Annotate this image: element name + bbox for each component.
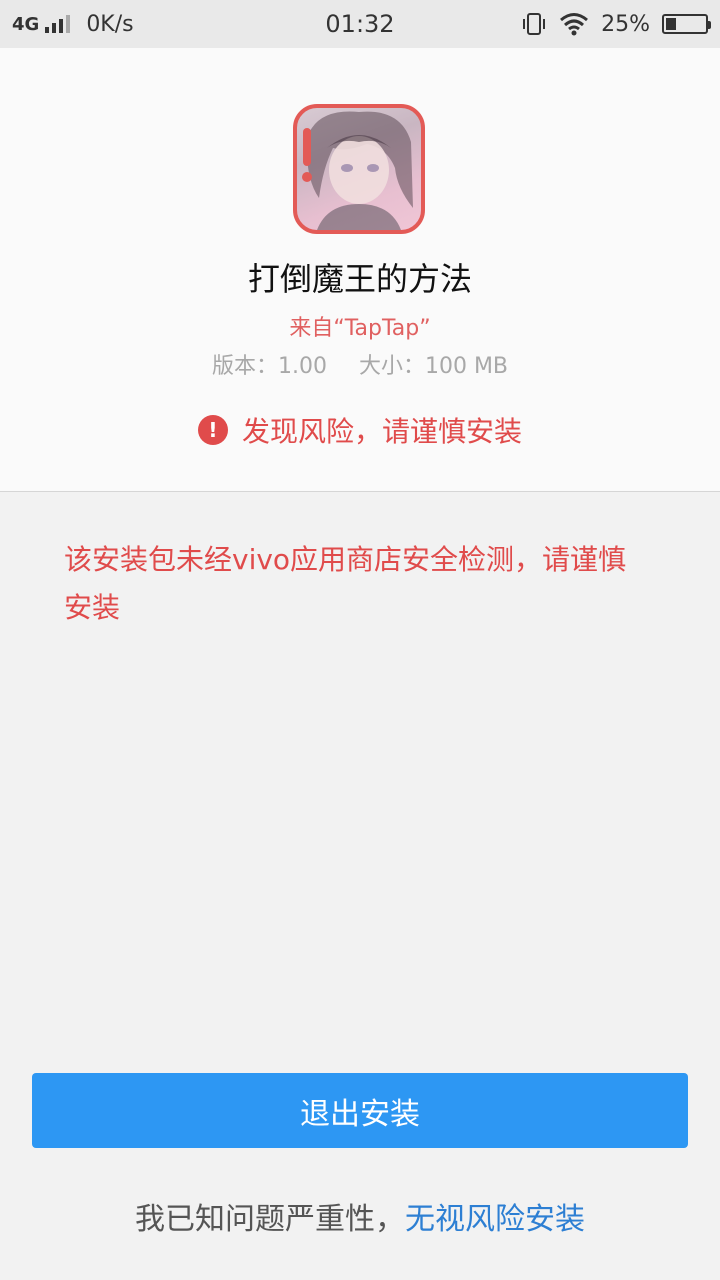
security-warning-text: 该安装包未经vivo应用商店安全检测，请谨慎安装 bbox=[64, 543, 627, 624]
app-size: 大小：100 MB bbox=[358, 354, 509, 379]
battery-icon bbox=[662, 14, 711, 34]
wifi-icon bbox=[560, 13, 589, 36]
app-meta: 版本：1.00 大小：100 MB bbox=[0, 348, 720, 380]
app-info-card: 打倒魔王的方法 来自“TapTap” 版本：1.00 大小：100 MB ! 发现… bbox=[0, 48, 720, 492]
app-icon bbox=[293, 104, 425, 234]
vibrate-icon bbox=[523, 13, 546, 35]
aware-text: 我已知问题严重性， bbox=[135, 1202, 405, 1237]
ignore-risk-install-link[interactable]: 无视风险安装 bbox=[405, 1202, 585, 1237]
battery-percent: 25% bbox=[601, 11, 650, 37]
exclamation-icon: ! bbox=[197, 415, 228, 445]
ignore-risk-row: 我已知问题严重性，无视风险安装 bbox=[0, 1194, 720, 1238]
app-version: 版本：1.00 bbox=[211, 354, 327, 379]
risk-label: 发现风险，请谨慎安装 bbox=[241, 415, 522, 448]
exit-install-button[interactable]: 退出安装 bbox=[32, 1073, 688, 1148]
app-source: 来自“TapTap” bbox=[289, 316, 431, 341]
app-name: 打倒魔王的方法 bbox=[247, 260, 472, 298]
status-right: 25% bbox=[521, 0, 711, 48]
risk-notice: ! 发现风险，请谨慎安装 bbox=[0, 410, 720, 450]
status-bar: 4G 0K/s 01:32 25% bbox=[0, 0, 720, 48]
